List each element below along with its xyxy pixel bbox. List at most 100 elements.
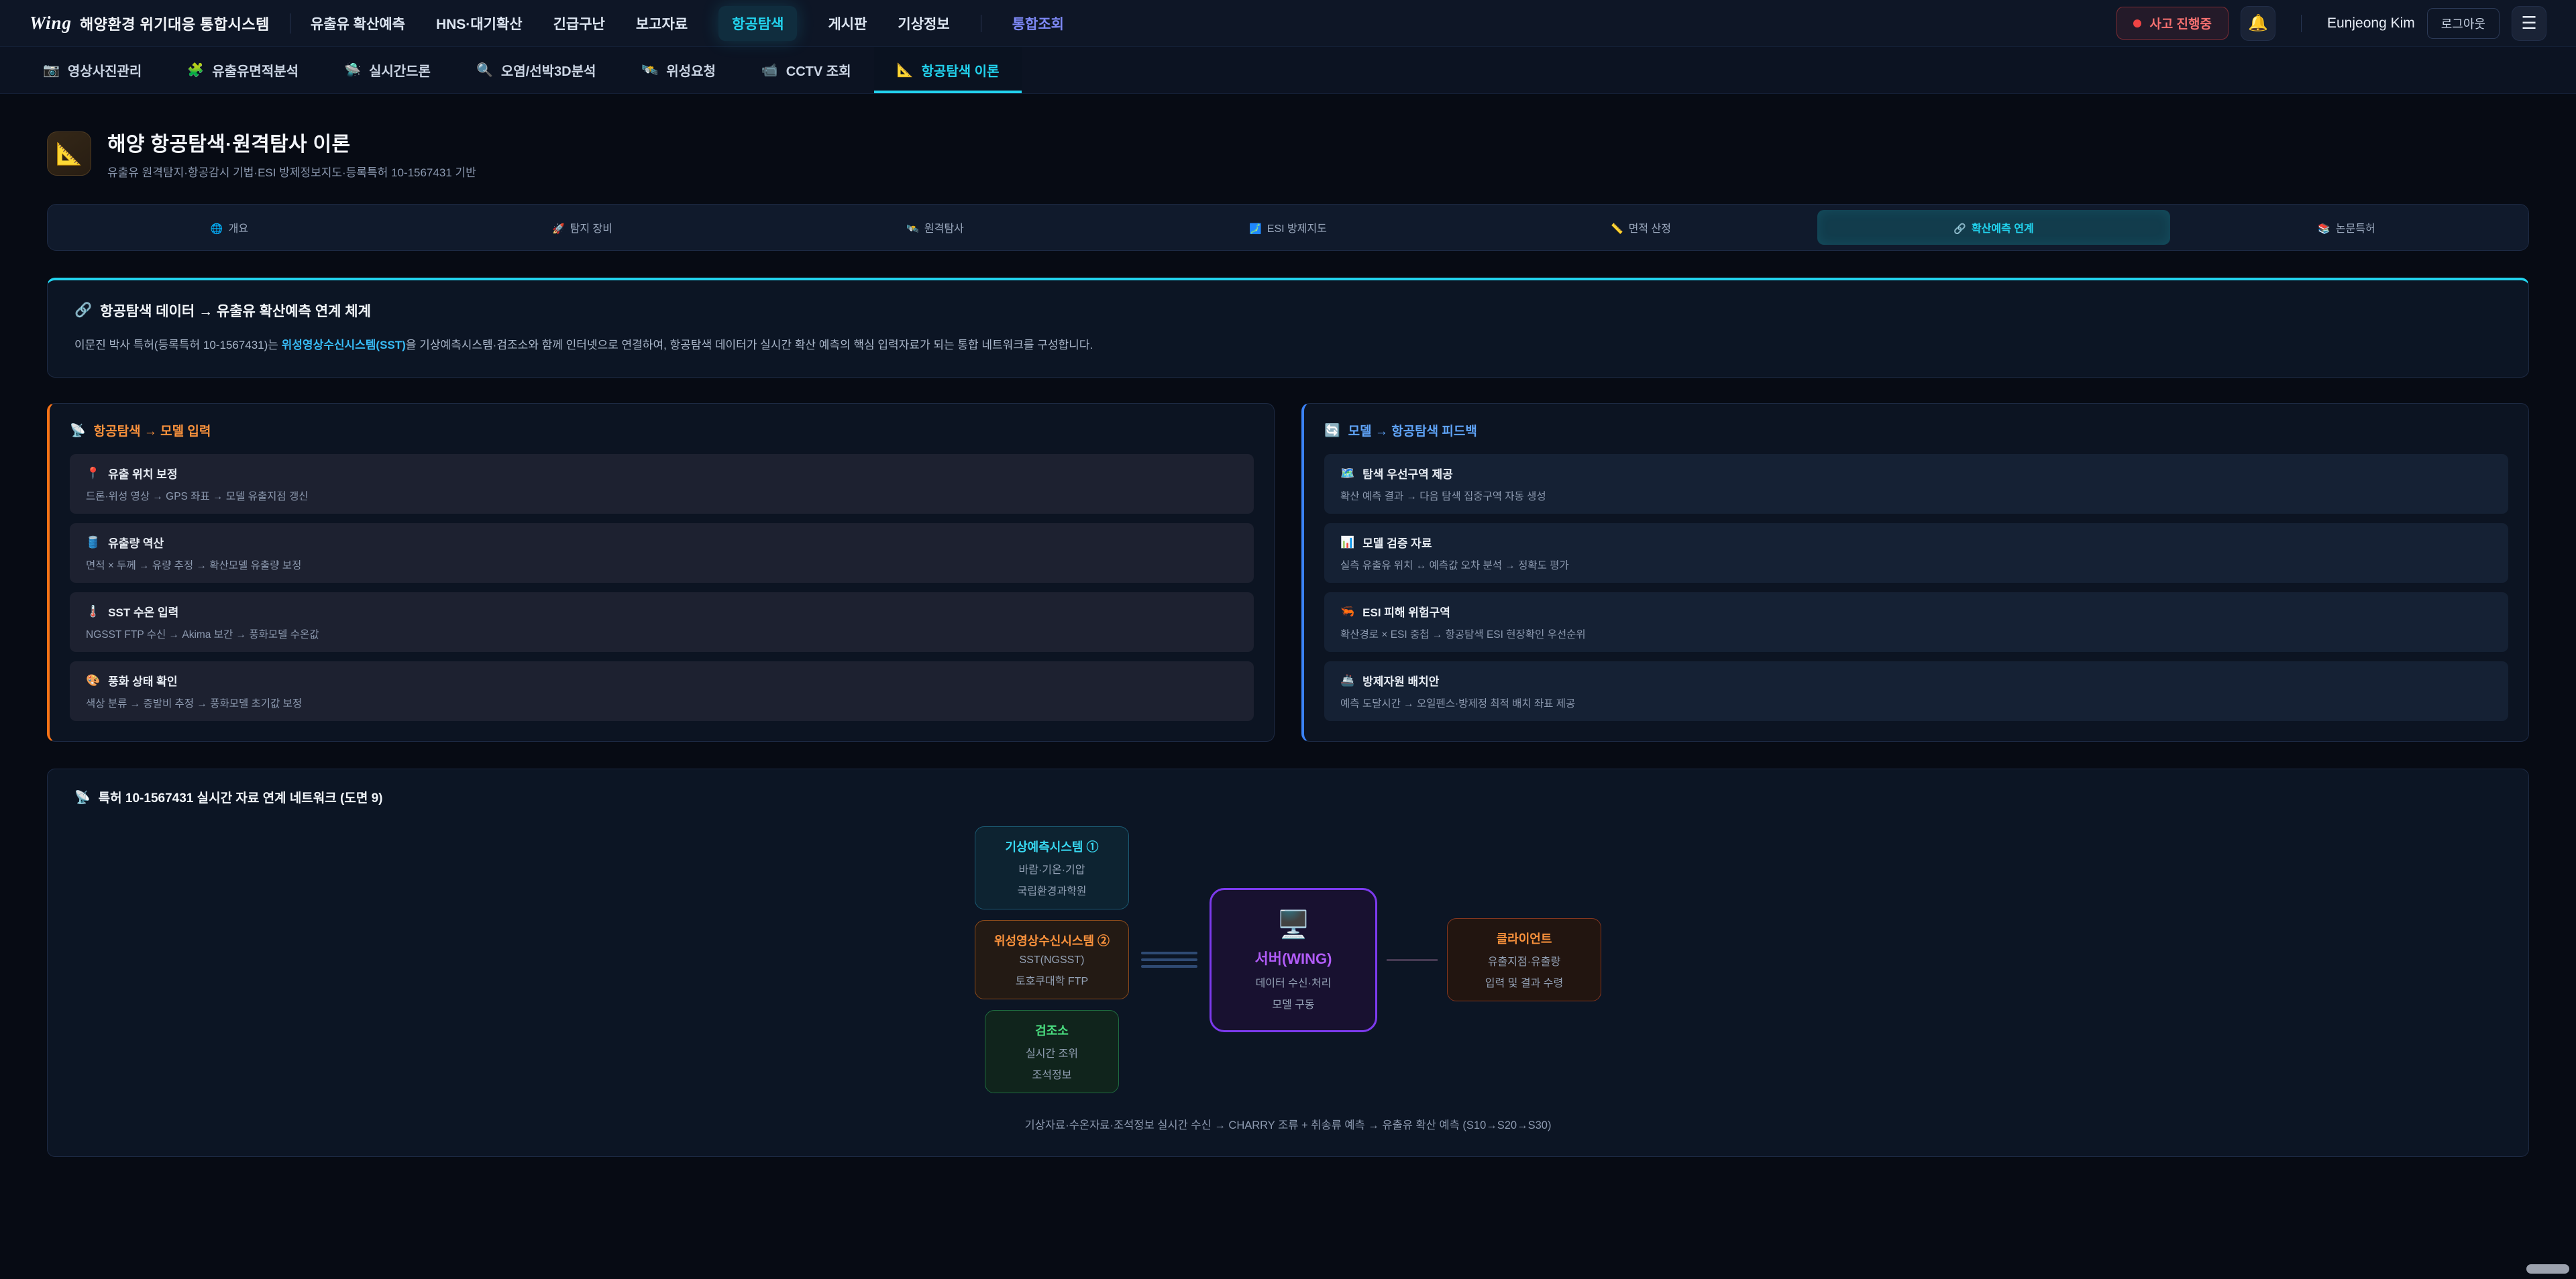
subnav-item-cctv[interactable]: 📹 CCTV 조회 xyxy=(739,47,874,93)
refresh-icon: 🔄 xyxy=(1324,423,1340,439)
nav-item-oil-diffusion[interactable]: 유출유 확산예측 xyxy=(311,13,405,34)
node-client: 클라이언트 유출지점·유출량 입력 및 결과 수령 xyxy=(1447,918,1601,1001)
satellite-antenna-icon: 📡 xyxy=(74,789,91,805)
list-item-esi-risk-zone: 🦐ESI 피해 위험구역 확산경로 × ESI 중첩 → 항공탐색 ESI 현장… xyxy=(1324,592,2508,652)
single-connector-line xyxy=(1387,959,1438,961)
subnav-item-aerial-theory[interactable]: 📐 항공탐색 이론 xyxy=(874,47,1022,93)
link-icon: 🔗 xyxy=(1953,223,1966,235)
nav-item-aerial-search[interactable]: 항공탐색 xyxy=(718,6,797,41)
diagram-source-column: 기상예측시스템 ① 바람·기온·기압 국립환경과학원 위성영상수신시스템 ② S… xyxy=(975,826,1129,1093)
list-item-model-validation: 📊모델 검증 자료 실측 유출유 위치 ↔ 예측값 오차 분석 → 정확도 평가 xyxy=(1324,523,2508,583)
incident-status-badge[interactable]: 사고 진행중 xyxy=(2116,7,2229,40)
list-item-weathering-state: 🎨풍화 상태 확인 색상 분류 → 증발비 추정 → 풍화모델 초기값 보정 xyxy=(70,661,1254,721)
user-name: Eunjeong Kim xyxy=(2327,15,2415,32)
subnav-item-photo-management[interactable]: 📷 영상사진관리 xyxy=(20,47,164,93)
list-item-spill-volume: 🛢️유출량 역산 면적 × 두께 → 유량 추정 → 확산모델 유출량 보정 xyxy=(70,523,1254,583)
satellite-antenna-icon: 📡 xyxy=(70,423,86,439)
shrimp-icon: 🦐 xyxy=(1340,605,1354,618)
nav-item-hns-atmosphere[interactable]: HNS·대기확산 xyxy=(436,13,523,34)
satellite-icon: 🛰️ xyxy=(906,223,919,235)
tab-detection-equipment[interactable]: 🚀탐지 장비 xyxy=(406,210,759,245)
ruler-icon: 📏 xyxy=(1611,223,1623,235)
list-item-spill-location: 📍유출 위치 보정 드론·위성 영상 → GPS 좌표 → 모델 유출지점 갱신 xyxy=(70,454,1254,514)
sst-link[interactable]: 위성영상수신시스템(SST) xyxy=(282,339,406,351)
books-icon: 📚 xyxy=(2318,223,2330,235)
tab-area-calculation[interactable]: 📏면적 산정 xyxy=(1464,210,1817,245)
tab-overview[interactable]: 🌐개요 xyxy=(53,210,406,245)
top-nav: Wing 해양환경 위기대응 통합시스템 유출유 확산예측 HNS·대기확산 긴… xyxy=(0,0,2576,47)
patent-network-section: 📡 특허 10-1567431 실시간 자료 연계 네트워크 (도면 9) 기상… xyxy=(47,769,2529,1157)
nav-item-weather-info[interactable]: 기상정보 xyxy=(898,13,949,34)
theory-tab-bar: 🌐개요 🚀탐지 장비 🛰️원격탐사 🗾ESI 방제지도 📏면적 산정 🔗확산예측… xyxy=(47,204,2529,251)
tab-papers-patents[interactable]: 📚논문특허 xyxy=(2170,210,2523,245)
hamburger-menu-button[interactable]: ☰ xyxy=(2512,6,2546,41)
subnav-label: 실시간드론 xyxy=(369,60,431,80)
camera-icon: 📷 xyxy=(43,62,60,78)
main-content: 📐 해양 항공탐색·원격탐사 이론 유출유 원격탐지·항공감시 기법·ESI 방… xyxy=(0,94,2576,1157)
top-right-controls: 사고 진행중 🔔 Eunjeong Kim 로그아웃 ☰ xyxy=(2116,6,2546,41)
video-camera-icon: 📹 xyxy=(761,62,778,78)
diagram-caption: 기상자료·수온자료·조석정보 실시간 수신 → CHARRY 조류 + 취송류 … xyxy=(74,1116,2502,1132)
subnav-item-pollution-ship-3d[interactable]: 🔍 오염/선박3D분석 xyxy=(453,47,619,93)
desktop-computer-icon: 🖥️ xyxy=(1240,909,1347,940)
world-map-icon: 🗺️ xyxy=(1340,467,1354,480)
node-satellite-receiver: 위성영상수신시스템 ② SST(NGSST) 토호쿠대학 FTP xyxy=(975,920,1129,999)
scrollbar-thumb[interactable] xyxy=(2526,1264,2569,1274)
notifications-button[interactable]: 🔔 xyxy=(2241,6,2275,41)
thermometer-icon: 🌡️ xyxy=(86,605,100,618)
network-diagram: 기상예측시스템 ① 바람·기온·기압 국립환경과학원 위성영상수신시스템 ② S… xyxy=(74,826,2502,1093)
list-item-sst-input: 🌡️SST 수온 입력 NGSST FTP 수신 → Akima 보간 → 풍화… xyxy=(70,592,1254,652)
bar-chart-icon: 📊 xyxy=(1340,536,1354,549)
subnav-label: 영상사진관리 xyxy=(68,60,142,80)
panel-heading: 📡 항공탐색 → 모델 입력 xyxy=(70,421,1254,439)
brand[interactable]: Wing 해양환경 위기대응 통합시스템 xyxy=(30,13,270,34)
logout-button[interactable]: 로그아웃 xyxy=(2427,8,2500,39)
list-item-response-resources: 🚢방제자원 배치안 예측 도달시간 → 오일펜스·방제정 최적 배치 좌표 제공 xyxy=(1324,661,2508,721)
status-dot-icon xyxy=(2133,19,2141,27)
oil-drum-icon: 🛢️ xyxy=(86,536,100,549)
puzzle-icon: 🧩 xyxy=(187,62,204,78)
subnav-label: CCTV 조회 xyxy=(786,60,851,80)
main-menu: 유출유 확산예측 HNS·대기확산 긴급구난 보고자료 항공탐색 게시판 기상정… xyxy=(311,6,1064,41)
list-item-priority-zone: 🗺️탐색 우선구역 제공 확산 예측 결과 → 다음 탐색 집중구역 자동 생성 xyxy=(1324,454,2508,514)
triangle-ruler-icon: 📐 xyxy=(897,62,914,78)
nav-item-integrated-search[interactable]: 통합조회 xyxy=(1012,13,1064,34)
nav-item-emergency-rescue[interactable]: 긴급구난 xyxy=(553,13,605,34)
tab-esi-map[interactable]: 🗾ESI 방제지도 xyxy=(1112,210,1464,245)
subnav-item-realtime-drone[interactable]: 🛸 실시간드론 xyxy=(321,47,453,93)
map-icon: 🗾 xyxy=(1249,223,1262,235)
subnav-label: 유출유면적분석 xyxy=(212,60,299,80)
divider xyxy=(2301,15,2302,32)
nav-item-reports[interactable]: 보고자료 xyxy=(636,13,688,34)
flow-panels: 📡 항공탐색 → 모델 입력 📍유출 위치 보정 드론·위성 영상 → GPS … xyxy=(47,403,2529,742)
page-header: 📐 해양 항공탐색·원격탐사 이론 유출유 원격탐지·항공감시 기법·ESI 방… xyxy=(47,127,2529,180)
linkage-description: 이문진 박사 특허(등록특허 10-1567431)는 위성영상수신시스템(SS… xyxy=(74,337,2502,354)
subnav-label: 오염/선박3D분석 xyxy=(501,60,596,80)
ship-icon: 🚢 xyxy=(1340,674,1354,687)
panel-model-to-search: 🔄 모델 → 항공탐색 피드백 🗺️탐색 우선구역 제공 확산 예측 결과 → … xyxy=(1301,403,2529,742)
brand-title: 해양환경 위기대응 통합시스템 xyxy=(80,13,270,34)
link-icon: 🔗 xyxy=(74,302,92,319)
linkage-section: 🔗 항공탐색 데이터 → 유출유 확산예측 연계 체계 이문진 박사 특허(등록… xyxy=(47,278,2529,378)
tab-prediction-linkage[interactable]: 🔗확산예측 연계 xyxy=(1817,210,2170,245)
palette-icon: 🎨 xyxy=(86,674,100,687)
wing-logo: Wing xyxy=(30,13,72,34)
node-wing-server: 🖥️ 서버(WING) 데이터 수신·처리 모델 구동 xyxy=(1210,888,1377,1032)
tab-remote-sensing[interactable]: 🛰️원격탐사 xyxy=(759,210,1112,245)
page-subtitle: 유출유 원격탐지·항공감시 기법·ESI 방제정보지도·등록특허 10-1567… xyxy=(107,163,476,180)
network-heading: 📡 특허 10-1567431 실시간 자료 연계 네트워크 (도면 9) xyxy=(74,788,2502,806)
incident-status-label: 사고 진행중 xyxy=(2149,14,2212,32)
triangle-ruler-icon: 📐 xyxy=(56,141,83,166)
globe-icon: 🌐 xyxy=(211,223,223,235)
subnav-item-satellite-request[interactable]: 🛰️ 위성요청 xyxy=(619,47,739,93)
panel-search-to-model: 📡 항공탐색 → 모델 입력 📍유출 위치 보정 드론·위성 영상 → GPS … xyxy=(47,403,1275,742)
bell-icon: 🔔 xyxy=(2248,13,2268,33)
node-tide-station: 검조소 실시간 조위 조석정보 xyxy=(985,1010,1119,1093)
page-icon-box: 📐 xyxy=(47,131,91,176)
linkage-heading: 🔗 항공탐색 데이터 → 유출유 확산예측 연계 체계 xyxy=(74,300,2502,321)
rocket-icon: 🚀 xyxy=(552,223,565,235)
subnav-item-oil-area-analysis[interactable]: 🧩 유출유면적분석 xyxy=(164,47,321,93)
flying-saucer-icon: 🛸 xyxy=(344,62,361,78)
nav-item-board[interactable]: 게시판 xyxy=(828,13,867,34)
satellite-icon: 🛰️ xyxy=(641,62,658,78)
